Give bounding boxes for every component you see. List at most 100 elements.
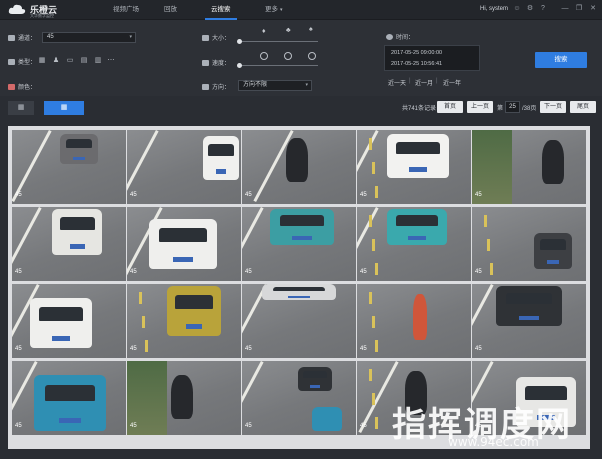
small-grid-view-icon[interactable]: ▦ xyxy=(44,101,84,115)
type-bus-icon[interactable]: ▤ xyxy=(80,57,88,64)
type-label-text: 类型： xyxy=(18,60,37,66)
lane-dash xyxy=(487,239,490,251)
channel-badge: 45 xyxy=(15,423,22,429)
result-thumbnail[interactable]: 45 xyxy=(127,284,241,358)
search-button[interactable]: 搜索 xyxy=(535,52,587,68)
lane-dash xyxy=(375,186,378,198)
result-thumbnail[interactable]: 45 xyxy=(242,130,356,204)
time-start[interactable]: 2017-05-25 09:00:00 xyxy=(391,50,442,56)
first-page-button[interactable]: 首页 xyxy=(437,101,463,113)
color-label-text: 颜色： xyxy=(18,85,37,91)
lane-dash xyxy=(372,393,375,405)
windshield xyxy=(208,143,234,157)
time-range-box[interactable]: 2017-05-25 09:00:00 2017-05-25 10:56:41 xyxy=(384,45,480,71)
result-thumbnail[interactable]: 45 xyxy=(12,207,126,281)
user-icon[interactable]: ☺ xyxy=(512,4,522,14)
palette-icon xyxy=(8,84,15,90)
next-page-button[interactable]: 下一页 xyxy=(540,101,566,113)
result-thumbnail[interactable]: 45 xyxy=(127,361,241,435)
channel-badge: 45 xyxy=(245,192,252,198)
result-thumbnail[interactable]: 45 xyxy=(357,207,471,281)
channel-select[interactable]: 45 ▾ xyxy=(42,32,136,43)
vehicle xyxy=(34,375,106,431)
result-thumbnail[interactable]: 45 xyxy=(242,207,356,281)
size-slider-handle[interactable] xyxy=(237,39,242,44)
result-thumbnail[interactable]: 45 xyxy=(357,130,471,204)
result-thumbnail[interactable]: 45 xyxy=(242,361,356,435)
size-slider[interactable] xyxy=(238,41,318,42)
license-plate xyxy=(69,243,85,249)
result-thumbnail[interactable]: 45 xyxy=(472,207,586,281)
type-person-icon[interactable]: ♟ xyxy=(52,57,60,64)
type-all-icon[interactable]: ▦ xyxy=(38,57,46,64)
type-truck-icon[interactable]: ▥ xyxy=(94,57,102,64)
minimize-icon[interactable]: — xyxy=(560,4,570,14)
result-thumbnail[interactable]: 45 xyxy=(12,284,126,358)
size-label-text: 大小： xyxy=(212,36,231,42)
result-thumbnail[interactable]: 45 xyxy=(242,284,356,358)
windshield xyxy=(44,385,96,401)
size-large-icon: ♠ xyxy=(309,26,313,33)
page-number-input[interactable]: 25 xyxy=(505,101,520,113)
user-greeting[interactable]: Hi, system xyxy=(480,6,508,12)
lane-dash xyxy=(369,292,372,304)
type-more-icon[interactable]: ⋯ xyxy=(107,57,115,64)
last-page-button[interactable]: 尾页 xyxy=(570,101,596,113)
windshield xyxy=(396,215,438,226)
license-plate xyxy=(408,236,426,240)
large-grid-view-icon[interactable]: ▦ xyxy=(8,101,34,115)
channel-badge: 45 xyxy=(15,269,22,275)
direction-label-text: 方向： xyxy=(212,85,231,91)
windshield xyxy=(39,307,83,321)
time-end[interactable]: 2017-05-25 10:56:41 xyxy=(391,61,442,67)
lane-dash xyxy=(372,239,375,251)
time-label: 时间： xyxy=(386,32,414,41)
result-thumbnail[interactable]: 45 xyxy=(472,130,586,204)
nav-playback[interactable]: 回放 xyxy=(164,0,177,20)
vehicle xyxy=(52,209,102,255)
quick-last-year[interactable]: 近一年 xyxy=(443,78,461,87)
windshield xyxy=(303,371,327,379)
result-thumbnail[interactable]: 45 xyxy=(472,284,586,358)
speed-slow-icon xyxy=(260,52,268,60)
color-label: 颜色： xyxy=(8,82,36,91)
windshield xyxy=(159,228,207,242)
channel-badge: 45 xyxy=(130,192,137,198)
filter-panel: 通道： 45 ▾ 类型： ▦ ♟ ▭ ▤ ▥ ⋯ 颜色： 大小： ♦ ♣ ♠ 速… xyxy=(0,20,602,107)
prev-page-button[interactable]: 上一页 xyxy=(467,101,493,113)
type-car-icon[interactable]: ▭ xyxy=(66,57,74,64)
speed-slider[interactable] xyxy=(238,65,318,66)
restore-icon[interactable]: ❐ xyxy=(574,4,584,14)
channel-badge: 45 xyxy=(360,423,367,429)
vehicle xyxy=(270,209,334,245)
result-thumbnail[interactable]: 45 xyxy=(127,207,241,281)
windshield xyxy=(505,293,553,305)
quick-last-month[interactable]: 近一月 xyxy=(415,78,433,87)
nav-more[interactable]: 更多 ▾ xyxy=(265,0,283,20)
quick-last-day[interactable]: 近一天 xyxy=(388,78,406,87)
result-thumbnail[interactable]: 45 xyxy=(12,361,126,435)
lane-dash xyxy=(369,369,372,381)
settings-gear-icon[interactable]: ⚙ xyxy=(525,4,535,14)
motorcycle-rider xyxy=(542,140,564,184)
close-icon[interactable]: ✕ xyxy=(588,4,598,14)
result-thumbnail[interactable]: 45 xyxy=(357,284,471,358)
total-records: 共741条记录 xyxy=(402,106,437,112)
time-label-text: 时间： xyxy=(396,35,415,41)
result-thumbnail[interactable]: 45 xyxy=(12,130,126,204)
license-plate xyxy=(51,336,71,341)
lane-dash xyxy=(372,316,375,328)
help-icon[interactable]: ? xyxy=(538,4,548,14)
nav-video-square[interactable]: 视频广场 xyxy=(113,0,139,20)
type-label: 类型： xyxy=(8,57,36,66)
speed-slider-handle[interactable] xyxy=(237,63,242,68)
app-logo: 乐橙云 大华数字监控 xyxy=(8,3,78,18)
channel-label: 通道： xyxy=(8,33,36,42)
nav-cloud-search[interactable]: 云搜索 xyxy=(205,0,236,20)
license-plate xyxy=(547,260,559,264)
brand-subtitle: 大华数字监控 xyxy=(30,13,54,18)
result-thumbnail[interactable]: 45 xyxy=(127,130,241,204)
vehicle xyxy=(167,286,221,336)
cloud-logo-icon xyxy=(8,4,26,14)
direction-select[interactable]: 方向不限 ▾ xyxy=(238,80,312,91)
